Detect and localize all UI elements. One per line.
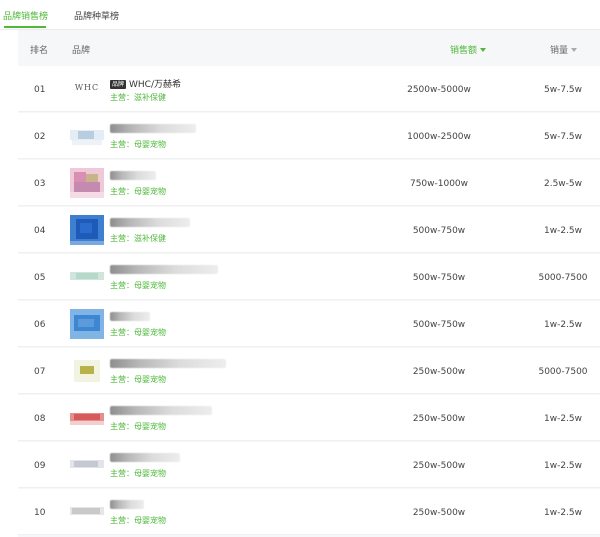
table-row[interactable]: 08 主营：母婴宠物 250w-500w 1w-2.5w <box>18 395 600 441</box>
header-brand: 品牌 <box>72 46 91 56</box>
volume-range: 5000-7500 <box>538 273 588 283</box>
table-row[interactable]: 03 主营：母婴宠物 750w-1000w 2.5w-5w <box>18 160 600 206</box>
brand-logo-blurred <box>70 507 104 515</box>
sort-by-volume-button[interactable]: 销量 <box>550 43 578 56</box>
rank-number: 08 <box>34 414 46 424</box>
brand-name-blurred <box>110 500 144 509</box>
main-category: 主营：母婴宠物 <box>110 469 166 478</box>
sales-range: 250w-500w <box>412 414 466 424</box>
volume-range: 1w-2.5w <box>543 226 582 236</box>
volume-range: 5w-7.5w <box>543 132 582 142</box>
brand-badge: 品牌 <box>110 80 127 89</box>
volume-range: 1w-2.5w <box>543 461 582 471</box>
rank-number: 05 <box>34 273 46 283</box>
sales-range: 500w-750w <box>412 320 466 330</box>
brand-name-blurred <box>110 171 156 180</box>
main-category: 主营：滋补保健 <box>110 93 166 102</box>
tab-brand-seeding[interactable]: 品牌种草榜 <box>74 9 119 22</box>
sales-range: 1000w-2500w <box>407 132 471 142</box>
sort-by-sales-button[interactable]: 销售额 <box>450 43 487 56</box>
brand-name-blurred <box>110 218 190 227</box>
main-category: 主营：滋补保健 <box>110 234 166 243</box>
main-category: 主营：母婴宠物 <box>110 422 166 431</box>
volume-range: 5w-7.5w <box>543 85 582 95</box>
brand-logo-blurred <box>70 215 104 245</box>
table-row[interactable]: 05 主营：母婴宠物 500w-750w 5000-7500 <box>18 254 600 300</box>
tab-brand-sales[interactable]: 品牌销售榜 <box>3 9 48 22</box>
table-row[interactable]: 04 主营：滋补保健 500w-750w 1w-2.5w <box>18 207 600 253</box>
header-volume-label: 销量 <box>550 46 569 56</box>
rank-number: 04 <box>34 226 46 236</box>
brand-name-line: 品牌 WHC/万赫希 <box>110 77 181 90</box>
main-category: 主营：母婴宠物 <box>110 375 166 384</box>
volume-range: 1w-2.5w <box>543 320 582 330</box>
rank-number: 10 <box>34 508 46 518</box>
table-row[interactable]: 06 主营：母婴宠物 500w-750w 1w-2.5w <box>18 301 600 347</box>
sales-range: 750w-1000w <box>409 179 469 189</box>
table-header: 排名 品牌 销售额 销量 <box>18 30 600 66</box>
table-row[interactable]: 07 主营：母婴宠物 250w-500w 5000-7500 <box>18 348 600 394</box>
ranking-tabs: 品牌销售榜 品牌种草榜 <box>0 0 600 30</box>
rank-number: 01 <box>34 85 46 95</box>
volume-range: 2.5w-5w <box>543 179 582 189</box>
brand-ranking-table: 排名 品牌 销售额 销量 01 WHC 品牌 WHC/万赫希 主营：滋补保健 25… <box>18 30 600 537</box>
brand-name-blurred <box>110 453 180 462</box>
volume-range: 5000-7500 <box>538 367 588 377</box>
sales-range: 2500w-5000w <box>407 85 471 95</box>
sales-range: 250w-500w <box>412 508 466 518</box>
brand-logo-blurred <box>70 309 104 339</box>
table-row[interactable]: 01 WHC 品牌 WHC/万赫希 主营：滋补保健 2500w-5000w 5w-… <box>18 66 600 112</box>
brand-logo-blurred <box>70 460 104 468</box>
brand-name[interactable]: WHC/万赫希 <box>129 80 181 90</box>
brand-logo-blurred <box>70 168 104 198</box>
brand-name-blurred <box>110 312 150 321</box>
brand-name-blurred <box>110 359 226 368</box>
brand-logo: WHC <box>74 83 100 92</box>
table-row[interactable]: 09 主营：母婴宠物 250w-500w 1w-2.5w <box>18 442 600 488</box>
sort-icon <box>571 48 578 52</box>
brand-logo-blurred <box>70 272 104 280</box>
main-category: 主营：母婴宠物 <box>110 281 166 290</box>
table-row[interactable]: 02 主营：母婴宠物 1000w-2500w 5w-7.5w <box>18 113 600 159</box>
active-tab-indicator <box>4 26 46 28</box>
header-rank: 排名 <box>30 46 49 56</box>
brand-logo-blurred <box>74 360 100 382</box>
sales-range: 250w-500w <box>412 461 466 471</box>
header-sales-label: 销售额 <box>450 46 478 56</box>
volume-range: 1w-2.5w <box>543 414 582 424</box>
main-category: 主营：母婴宠物 <box>110 328 166 337</box>
rank-number: 09 <box>34 461 46 471</box>
sort-desc-icon <box>480 48 487 52</box>
brand-logo-blurred <box>70 130 104 145</box>
main-category: 主营：母婴宠物 <box>110 187 166 196</box>
rank-number: 02 <box>34 132 46 142</box>
brand-name-blurred <box>110 406 212 415</box>
sales-range: 500w-750w <box>412 273 466 283</box>
sales-range: 250w-500w <box>412 367 466 377</box>
brand-name-blurred <box>110 124 196 133</box>
rank-number: 07 <box>34 367 46 377</box>
sales-range: 500w-750w <box>412 226 466 236</box>
rank-number: 06 <box>34 320 46 330</box>
brand-logo-blurred <box>70 413 104 425</box>
main-category: 主营：母婴宠物 <box>110 140 166 149</box>
brand-name-blurred <box>110 265 218 274</box>
table-row[interactable]: 10 主营：母婴宠物 250w-500w 1w-2.5w <box>18 489 600 535</box>
main-category: 主营：母婴宠物 <box>110 516 166 525</box>
rank-number: 03 <box>34 179 46 189</box>
volume-range: 1w-2.5w <box>543 508 582 518</box>
